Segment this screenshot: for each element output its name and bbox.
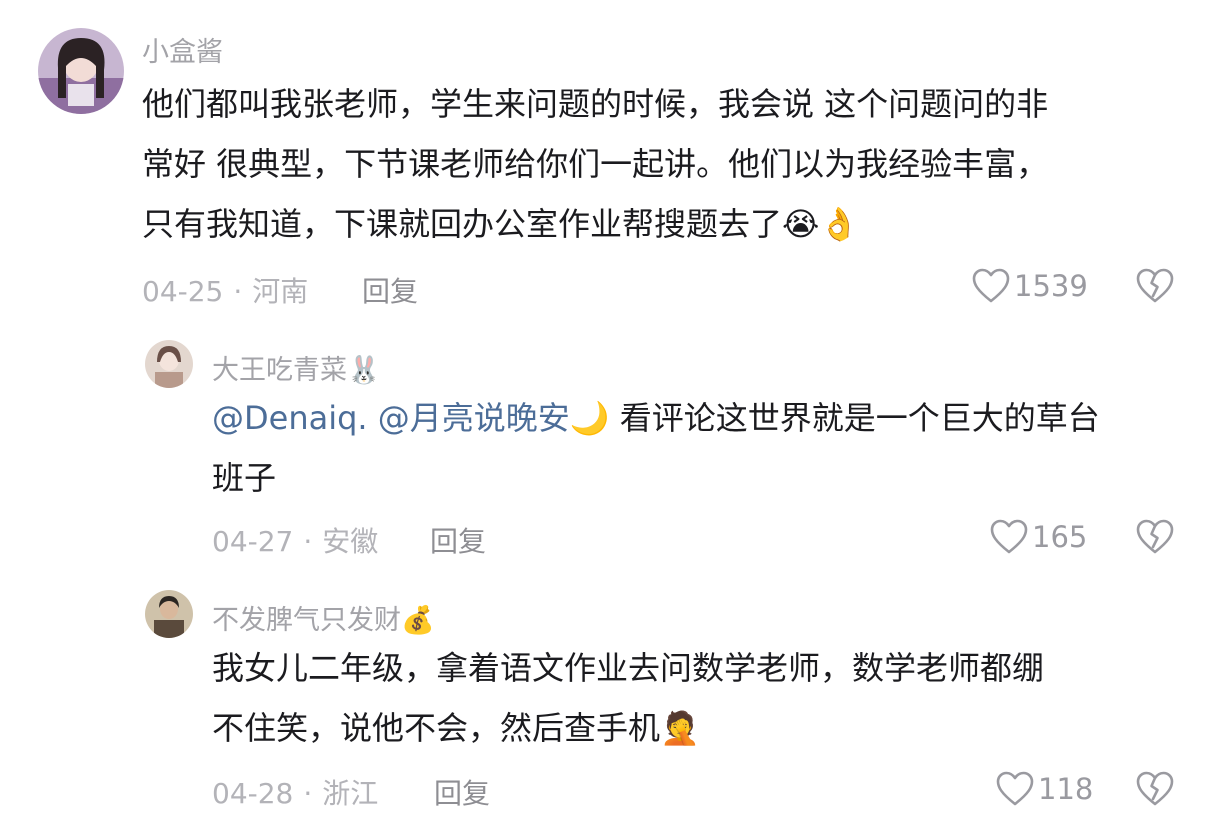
comment-meta: 04-27 · 安徽 xyxy=(212,520,378,560)
comment-line: 只有我知道，下课就回办公室作业帮搜题去了😭👌 xyxy=(142,194,1048,254)
comment-date: 04-27 xyxy=(212,525,294,558)
like-button[interactable]: 1539 xyxy=(972,268,1088,304)
comment-date: 04-28 xyxy=(212,777,294,810)
comment-line-text: 只有我知道，下课就回办公室作业帮搜题去了 xyxy=(142,205,783,243)
comment-location: 安徽 xyxy=(322,525,379,558)
comment-reply: 大王吃青菜🐰 @Denaiq. @月亮说晚安🌙 看评论这世界就是一个巨大的草台 … xyxy=(0,320,1220,570)
comment-line: 常好 很典型，下节课老师给你们一起讲。他们以为我经验丰富， xyxy=(142,145,1049,183)
like-count: 165 xyxy=(1032,520,1088,554)
comment-meta: 04-25 · 河南 xyxy=(142,270,308,310)
comment-line: 我女儿二年级，拿着语文作业去问数学老师，数学老师都绷 xyxy=(212,649,1045,687)
meta-separator: · xyxy=(303,525,313,558)
comment-line: @Denaiq. @月亮说晚安🌙 看评论这世界就是一个巨大的草台 xyxy=(212,388,1100,448)
heart-outline-icon xyxy=(990,519,1028,554)
comment-location: 河南 xyxy=(252,275,309,308)
like-button[interactable]: 165 xyxy=(990,519,1087,555)
avatar[interactable] xyxy=(145,340,193,388)
crying-and-ok-emoji: 😭👌 xyxy=(782,205,860,243)
broken-heart-icon xyxy=(1136,771,1174,806)
meta-separator: · xyxy=(303,777,313,810)
comment-reply: 不发脾气只发财💰 我女儿二年级，拿着语文作业去问数学老师，数学老师都绷 不住笑，… xyxy=(0,570,1220,830)
dislike-button[interactable] xyxy=(1136,519,1174,555)
broken-heart-icon xyxy=(1136,268,1174,303)
comment-line: 他们都叫我张老师，学生来问题的时候，我会说 这个问题问的非 xyxy=(142,85,1049,123)
meta-separator: · xyxy=(233,275,243,308)
rabbit-emoji: 🐰 xyxy=(347,355,381,386)
dislike-button[interactable] xyxy=(1136,268,1174,304)
comment-body: 他们都叫我张老师，学生来问题的时候，我会说 这个问题问的非 常好 很典型，下节课… xyxy=(142,74,1048,254)
comment-line-text: 看评论这世界就是一个巨大的草台 xyxy=(609,399,1100,437)
like-count: 1539 xyxy=(1014,269,1088,303)
avatar[interactable] xyxy=(38,28,124,114)
comment-meta: 04-28 · 浙江 xyxy=(212,772,378,812)
like-count: 118 xyxy=(1038,772,1094,806)
heart-outline-icon xyxy=(996,771,1034,806)
reply-button[interactable]: 回复 xyxy=(362,270,418,310)
username-text: 不发脾气只发财 xyxy=(212,605,401,636)
comment-username[interactable]: 小盒酱 xyxy=(142,30,223,69)
crescent-moon-emoji: 🌙 xyxy=(569,399,610,437)
heart-outline-icon xyxy=(972,268,1010,303)
comment-date: 04-25 xyxy=(142,275,224,308)
comment-body: 我女儿二年级，拿着语文作业去问数学老师，数学老师都绷 不住笑，说他不会，然后查手… xyxy=(212,638,1044,758)
comment-line: 不住笑，说他不会，然后查手机🤦 xyxy=(212,698,1044,758)
broken-heart-icon xyxy=(1136,519,1174,554)
comment-location: 浙江 xyxy=(322,777,379,810)
comment-username[interactable]: 大王吃青菜🐰 xyxy=(212,348,381,387)
comment-line-text: 不住笑，说他不会，然后查手机 xyxy=(212,709,661,747)
reply-button[interactable]: 回复 xyxy=(434,772,490,812)
comment-username[interactable]: 不发脾气只发财💰 xyxy=(212,598,435,637)
facepalm-laugh-emoji: 🤦 xyxy=(660,709,700,747)
dislike-button[interactable] xyxy=(1136,771,1174,807)
comment-top-level: 小盒酱 他们都叫我张老师，学生来问题的时候，我会说 这个问题问的非 常好 很典型… xyxy=(0,0,1220,320)
reply-button[interactable]: 回复 xyxy=(430,520,486,560)
comment-line: 班子 xyxy=(212,459,277,497)
money-bag-emoji: 💰 xyxy=(401,605,435,636)
username-text: 大王吃青菜 xyxy=(212,355,347,386)
avatar[interactable] xyxy=(145,590,193,638)
comment-body: @Denaiq. @月亮说晚安🌙 看评论这世界就是一个巨大的草台 班子 xyxy=(212,388,1100,508)
like-button[interactable]: 118 xyxy=(996,771,1093,807)
mention-link[interactable]: @Denaiq. @月亮说晚安 xyxy=(212,399,570,437)
